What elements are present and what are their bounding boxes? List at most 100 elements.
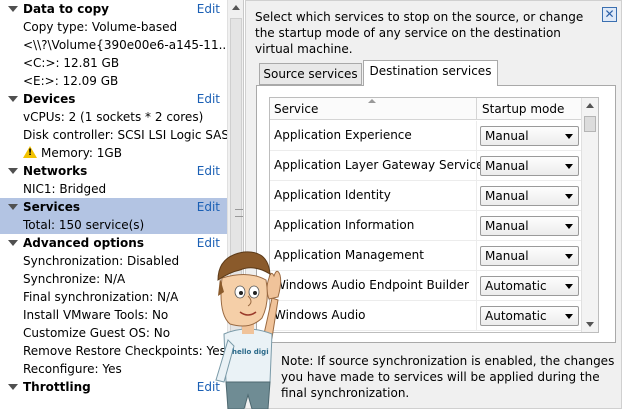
startup-mode-value: Manual <box>485 189 529 203</box>
startup-mode-value: Automatic <box>485 309 547 323</box>
service-name: Application Experience <box>274 128 412 142</box>
summary-line: <E:>: 12.09 GB <box>23 74 119 88</box>
section-header-throttling[interactable]: Throttling Edit <box>0 378 227 396</box>
section-title: Devices <box>23 92 76 106</box>
dropdown-arrow-icon[interactable] <box>565 224 573 229</box>
tab-destination-services[interactable]: Destination services <box>363 60 498 86</box>
services-editor: Select which services to stop on the sou… <box>245 0 622 409</box>
section-body: vCPUs: 2 (1 sockets * 2 cores) Disk contr… <box>0 108 227 162</box>
section-body: Total: 150 service(s) <box>0 216 227 234</box>
column-header-service[interactable]: Service <box>274 102 318 116</box>
sort-arrow-icon <box>368 99 376 103</box>
tab-source-services[interactable]: Source services <box>259 63 362 85</box>
table-scrollbar[interactable] <box>581 98 598 332</box>
summary-line: vCPUs: 2 (1 sockets * 2 cores) <box>23 110 204 124</box>
dropdown-arrow-icon[interactable] <box>565 254 573 259</box>
startup-mode-value: Automatic <box>485 279 547 293</box>
note-text: Note: If source synchronization is enabl… <box>281 354 615 400</box>
summary-panel: Data to copy Edit Copy type: Volume-based <… <box>0 0 244 409</box>
summary-line-warning: ! Memory: 1GB <box>0 144 227 162</box>
section-header-data-to-copy[interactable]: Data to copy Edit <box>0 0 227 18</box>
edit-link[interactable]: Edit <box>197 198 220 216</box>
summary-line: <C:>: 12.81 GB <box>23 56 120 70</box>
summary-line: Install VMware Tools: No <box>23 308 169 322</box>
service-name: Application Identity <box>274 188 391 202</box>
cell-divider <box>476 121 477 151</box>
mascot-character: hello digi <box>215 251 282 409</box>
summary-line: NIC1: Bridged <box>23 182 107 196</box>
summary-line: Copy type: Volume-based <box>23 20 178 34</box>
startup-mode-select[interactable]: Manual <box>480 126 579 146</box>
cell-divider <box>476 271 477 301</box>
cell-divider <box>476 211 477 241</box>
table-row[interactable]: Application Information Manual <box>270 211 581 241</box>
table-header: Service Startup mode <box>270 98 598 120</box>
table-row[interactable]: Windows Audio Automatic <box>270 301 581 331</box>
summary-line: <\\?\Volume{390e00e6-a145-11... <box>23 38 227 52</box>
scrollbar-thumb[interactable] <box>584 116 596 132</box>
column-header-startup-mode[interactable]: Startup mode <box>482 102 564 116</box>
section-header-networks[interactable]: Networks Edit <box>0 162 227 180</box>
grip-icon <box>235 209 243 217</box>
cell-divider <box>476 301 477 331</box>
dropdown-arrow-icon[interactable] <box>565 284 573 289</box>
collapse-triangle-icon[interactable] <box>8 240 18 246</box>
table-row[interactable]: Application Experience Manual <box>270 121 581 151</box>
section-title: Data to copy <box>23 2 109 16</box>
service-name: Application Management <box>274 248 424 262</box>
section-body: Copy type: Volume-based <\\?\Volume{390e0… <box>0 18 227 90</box>
edit-link[interactable]: Edit <box>197 0 220 18</box>
warning-text: Memory: 1GB <box>41 146 122 160</box>
startup-mode-select[interactable]: Automatic <box>480 306 579 326</box>
startup-mode-select[interactable]: Manual <box>480 156 579 176</box>
edit-link[interactable]: Edit <box>197 162 220 180</box>
dropdown-arrow-icon[interactable] <box>565 134 573 139</box>
section-header-devices[interactable]: Devices Edit <box>0 90 227 108</box>
summary-line: Reconfigure: Yes <box>23 362 122 376</box>
services-table: Service Startup mode Application Experie… <box>269 97 599 333</box>
column-divider[interactable] <box>476 98 477 120</box>
collapse-triangle-icon[interactable] <box>8 204 18 210</box>
table-row[interactable]: Application Identity Manual <box>270 181 581 211</box>
section-body: NIC1: Bridged <box>0 180 227 198</box>
table-row[interactable]: Application Management Manual <box>270 241 581 271</box>
edit-link[interactable]: Edit <box>197 90 220 108</box>
startup-mode-select[interactable]: Automatic <box>480 276 579 296</box>
collapse-triangle-icon[interactable] <box>8 384 18 390</box>
section-header-advanced-options[interactable]: Advanced options Edit <box>0 234 227 252</box>
scroll-down-arrow-icon[interactable] <box>586 322 594 327</box>
scroll-up-arrow-icon[interactable] <box>586 103 594 108</box>
service-name: Windows Audio <box>274 308 366 322</box>
cell-divider <box>476 181 477 211</box>
summary-line: Synchronization: Disabled <box>23 254 180 268</box>
summary-line: Customize Guest OS: No <box>23 326 171 340</box>
startup-mode-value: Manual <box>485 129 529 143</box>
section-header-services[interactable]: Services Edit <box>0 198 227 216</box>
section-title: Services <box>23 200 81 214</box>
startup-mode-value: Manual <box>485 249 529 263</box>
summary-line: Total: 150 service(s) <box>23 218 145 232</box>
dropdown-arrow-icon[interactable] <box>565 194 573 199</box>
table-row[interactable]: Application Layer Gateway Service Manual <box>270 151 581 181</box>
startup-mode-select[interactable]: Manual <box>480 216 579 236</box>
close-icon[interactable]: ✕ <box>602 7 617 22</box>
services-description: Select which services to stop on the sou… <box>255 10 584 56</box>
collapse-triangle-icon[interactable] <box>8 168 18 174</box>
service-name: Windows Audio Endpoint Builder <box>274 278 469 292</box>
startup-mode-select[interactable]: Manual <box>480 246 579 266</box>
service-name: Application Information <box>274 218 415 232</box>
destination-services-panel: Service Startup mode Application Experie… <box>256 85 616 343</box>
startup-mode-value: Manual <box>485 219 529 233</box>
collapse-triangle-icon[interactable] <box>8 96 18 102</box>
warning-icon: ! <box>23 146 37 158</box>
scroll-up-arrow-icon[interactable] <box>232 5 240 10</box>
table-row[interactable]: Windows Audio Endpoint Builder Automatic <box>270 271 581 301</box>
startup-mode-select[interactable]: Manual <box>480 186 579 206</box>
dropdown-arrow-icon[interactable] <box>565 314 573 319</box>
summary-line: Disk controller: SCSI LSI Logic SAS <box>23 128 227 142</box>
startup-mode-value: Manual <box>485 159 529 173</box>
collapse-triangle-icon[interactable] <box>8 6 18 12</box>
section-title: Throttling <box>23 380 91 394</box>
dropdown-arrow-icon[interactable] <box>565 164 573 169</box>
section-title: Networks <box>23 164 88 178</box>
